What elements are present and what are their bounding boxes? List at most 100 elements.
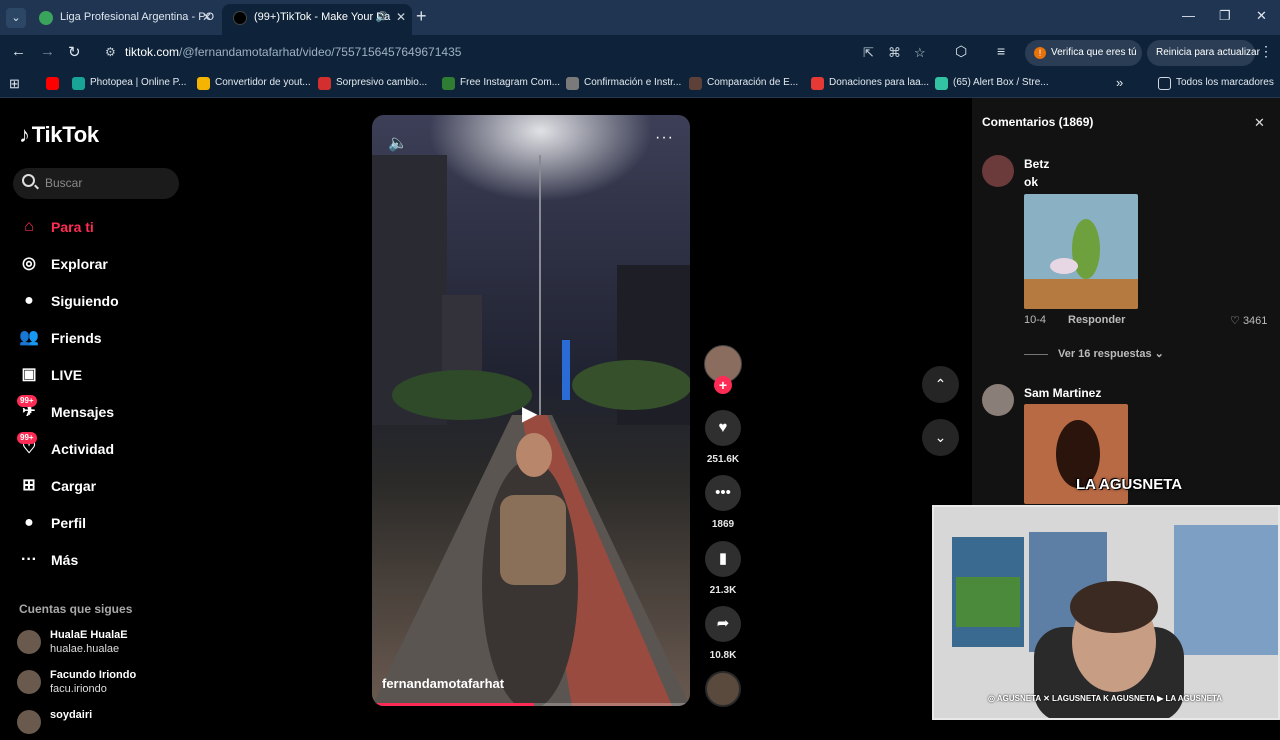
site-info-icon[interactable]: ⚙ [105, 45, 116, 59]
nav-item-live[interactable]: ▣ LIVE [19, 361, 82, 389]
bookmarks-overflow-icon[interactable]: » [1116, 75, 1123, 90]
bookmark-star-icon[interactable]: ☆ [914, 45, 926, 61]
search-input[interactable]: Buscar [13, 168, 179, 199]
tab-audio-icon[interactable]: 🔊 [376, 4, 388, 31]
comment-author-avatar[interactable] [982, 384, 1014, 416]
messages-icon: ✈ 99+ [17, 395, 39, 422]
restore-button[interactable]: ❐ [1219, 8, 1231, 24]
webcam-scene [934, 507, 1278, 718]
view-replies-button[interactable]: Ver 16 respuestas ⌄ [1024, 347, 1164, 360]
tab-title: (99+)TikTok - Make Your Da [254, 11, 391, 23]
bookmark-item[interactable]: (65) Alert Box / Stre... [935, 77, 1049, 90]
account-display-name: HualaE HualaE [50, 629, 128, 641]
nav-item-m-s[interactable]: ··· Más [19, 546, 78, 574]
nav-item-actividad[interactable]: ♡ 99+ Actividad [17, 432, 114, 463]
share-arrow-icon[interactable]: ➦ [705, 606, 741, 642]
bookmark-icon[interactable]: ▮ [705, 541, 741, 577]
next-video-chevron-down-icon[interactable]: ⌄ [922, 419, 959, 456]
comment-date: 10-4 [1024, 314, 1047, 326]
friends-icon: 👥 [19, 329, 39, 346]
like-heart-icon[interactable]: ♥ [705, 410, 741, 446]
comment-author-name[interactable]: Betz [1024, 157, 1049, 171]
bookmark-favicon-icon [442, 77, 455, 90]
video-player[interactable]: 🔈 ··· ▶ fernandamotafarhat [372, 115, 690, 706]
comment-like[interactable]: ♡ 3461 [1230, 314, 1267, 327]
close-window-button[interactable]: ✕ [1256, 8, 1267, 24]
nav-item-perfil[interactable]: ● Perfil [19, 509, 86, 537]
tab-close-icon[interactable]: ✕ [396, 4, 406, 31]
music-disc-icon[interactable] [705, 671, 741, 707]
nav-item-mensajes[interactable]: ✈ 99+ Mensajes [17, 395, 115, 426]
followed-account[interactable]: soydairi [17, 708, 92, 740]
comment-image[interactable] [1024, 194, 1138, 309]
nav-label: Más [51, 552, 79, 568]
warning-icon: ! [1034, 47, 1046, 59]
nav-item-friends[interactable]: 👥 Friends [19, 324, 102, 352]
cast-icon[interactable]: ⇱ [863, 45, 874, 61]
address-bar[interactable]: ⚙ tiktok.com/@fernandamotafarhat/video/7… [95, 39, 945, 66]
tab-search-chevron-icon[interactable]: ⌄ [6, 8, 26, 28]
nav-item-para-ti[interactable]: ⌂ Para ti [19, 213, 94, 241]
save-count: 21.3K [709, 585, 737, 596]
stream-social-handles: ◎ AGUSNETA ✕ LAGUSNETA K AGUSNETA ▶ LA A… [988, 694, 1223, 703]
nav-label: Cargar [51, 478, 97, 494]
back-arrow-icon[interactable]: ← [11, 43, 26, 60]
bookmark-label: Donaciones para laa... [829, 77, 930, 88]
previous-video-chevron-up-icon[interactable]: ⌃ [922, 366, 959, 403]
verify-identity-chip[interactable]: ! Verifica que eres tú [1025, 40, 1142, 66]
nav-label: Mensajes [51, 404, 115, 420]
divider-line [1024, 353, 1048, 355]
comment-author-name[interactable]: Sam Martinez [1024, 386, 1101, 400]
apps-grid-icon[interactable]: ⊞ [9, 76, 20, 92]
browser-menu-icon[interactable]: ⋮ [1259, 43, 1273, 60]
browser-tab-active[interactable]: (99+)TikTok - Make Your Da 🔊 ✕ [222, 4, 412, 35]
nav-item-cargar[interactable]: ⊞ Cargar [19, 472, 96, 500]
extensions-icon[interactable]: ⬡ [955, 43, 967, 60]
nav-label: Explorar [51, 256, 108, 272]
bookmark-item[interactable]: Comparación de E... [689, 77, 798, 90]
home-icon: ⌂ [24, 218, 34, 235]
nav-item-siguiendo[interactable]: ● Siguiendo [19, 287, 119, 315]
play-icon[interactable]: ▶ [522, 401, 537, 426]
followed-account[interactable]: Facundo Iriondo facu.iriondo [17, 668, 136, 700]
notification-badge: 99+ [17, 432, 37, 444]
reply-button[interactable]: Responder [1068, 314, 1125, 326]
forward-arrow-icon[interactable]: → [40, 43, 55, 60]
tiktok-logo-icon: ♪ [19, 122, 30, 147]
bookmark-item[interactable]: Convertidor de yout... [197, 77, 311, 90]
url-text[interactable]: tiktok.com/@fernandamotafarhat/video/755… [125, 45, 461, 59]
volume-icon[interactable]: 🔈 [388, 133, 408, 153]
close-comments-icon[interactable]: ✕ [1254, 115, 1265, 131]
nav-label: LIVE [51, 367, 83, 383]
tab-close-icon[interactable]: ✕ [202, 4, 212, 31]
follow-plus-icon[interactable]: + [714, 376, 732, 394]
activity-icon: ♡ 99+ [17, 432, 39, 459]
more-options-icon[interactable]: ··· [655, 129, 674, 147]
video-author-username[interactable]: fernandamotafarhat [382, 676, 504, 691]
streamer-webcam [932, 505, 1280, 720]
comments-title: Comentarios (1869) [982, 115, 1094, 129]
bookmark-item[interactable]: Donaciones para laa... [811, 77, 930, 90]
bookmark-item[interactable]: Free Instagram Com... [442, 77, 560, 90]
translate-icon[interactable]: ⌘ [888, 45, 901, 61]
tiktok-logo[interactable]: ♪TikTok [19, 122, 99, 148]
reload-icon[interactable]: ↻ [68, 43, 81, 61]
followed-account[interactable]: HualaE HualaE hualae.hualae [17, 628, 128, 660]
folder-icon [1158, 77, 1171, 90]
all-bookmarks-folder[interactable]: Todos los marcadores [1158, 77, 1274, 90]
minimize-button[interactable]: — [1182, 8, 1195, 23]
bookmark-item[interactable]: Photopea | Online P... [72, 77, 186, 90]
relaunch-update-button[interactable]: Reinicia para actualizar [1147, 40, 1260, 66]
bookmark-item[interactable]: Confirmación e Instr... [566, 77, 681, 90]
bookmark-item[interactable]: Sorpresivo cambio... [318, 77, 427, 90]
video-progress-bar[interactable] [372, 703, 690, 706]
nav-item-explorar[interactable]: ◎ Explorar [19, 250, 108, 278]
media-controls-icon[interactable]: ≡ [997, 43, 1005, 59]
browser-tab[interactable]: Liga Profesional Argentina - PO ✕ [28, 4, 218, 35]
comment-author-avatar[interactable] [982, 155, 1014, 187]
new-tab-button[interactable]: + [416, 6, 427, 27]
comment-bubble-icon[interactable]: ••• [705, 475, 741, 511]
bookmark-favicon-icon [318, 77, 331, 90]
nav-label: Friends [51, 330, 102, 346]
heart-outline-icon: ♡ [1230, 315, 1240, 327]
